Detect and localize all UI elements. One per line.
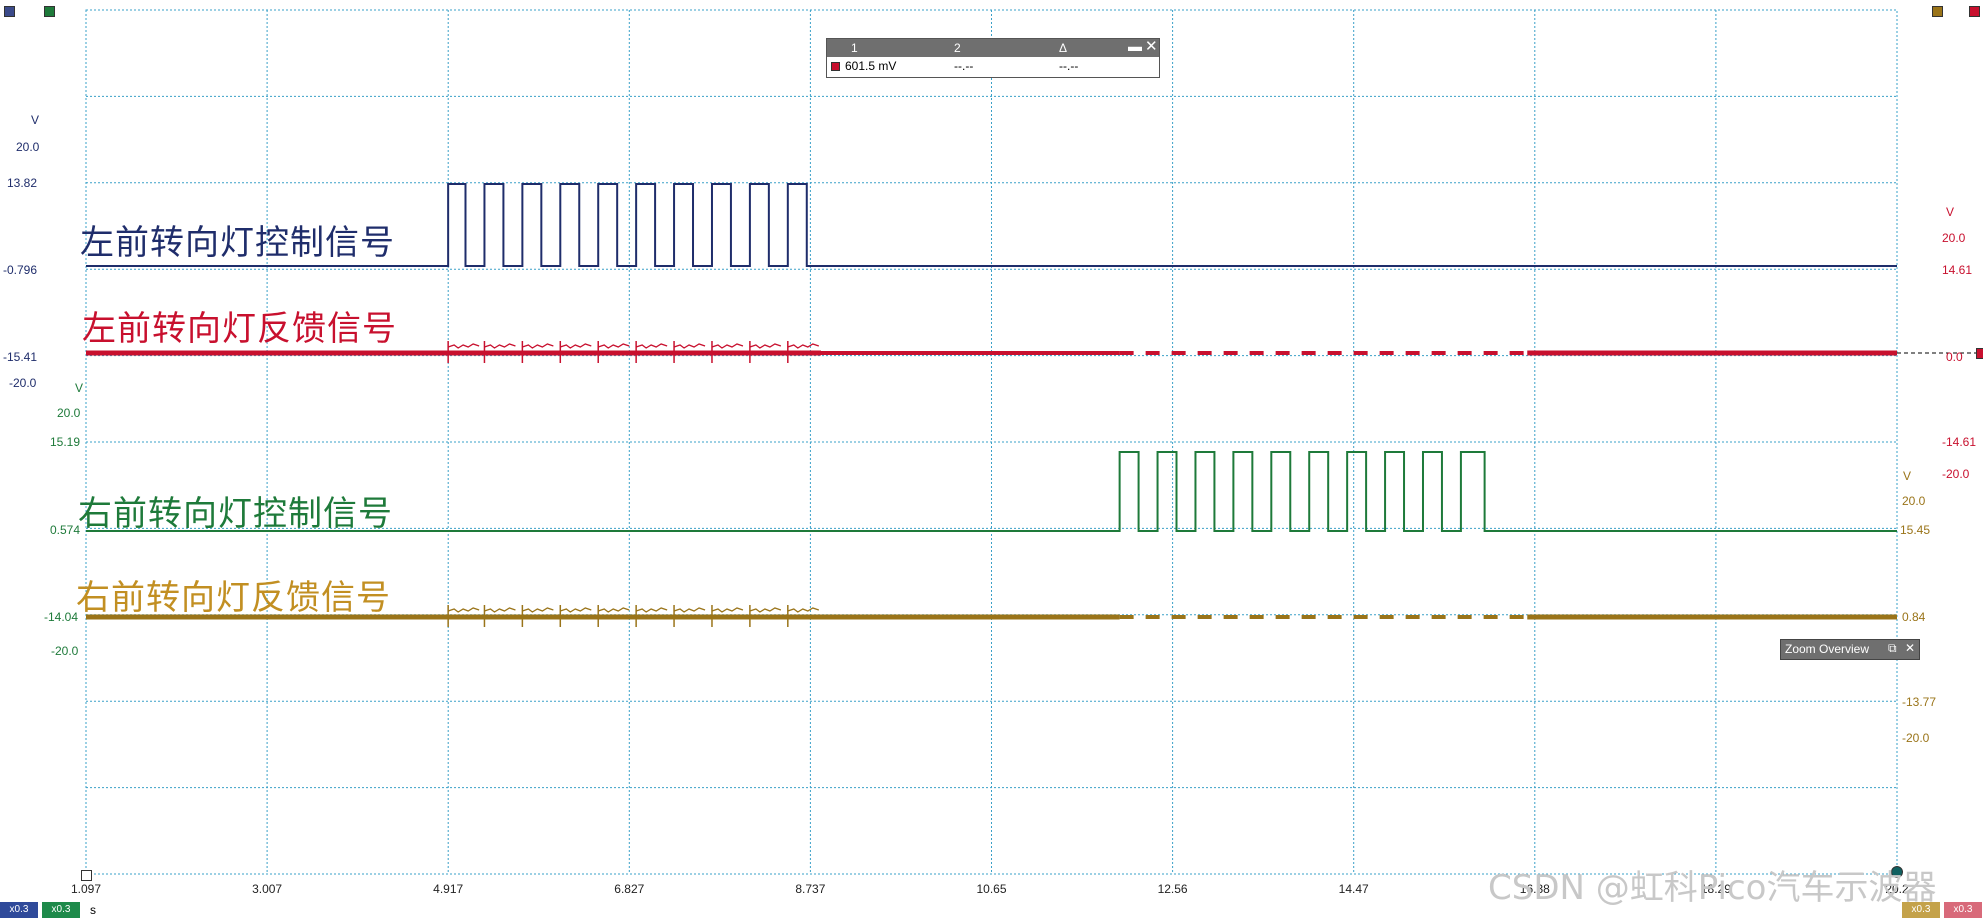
- measurement-col-1: 1: [851, 41, 858, 55]
- axis-label: -14.61: [1942, 435, 1977, 449]
- feedback-ripple: [635, 343, 668, 349]
- measurement-col-delta: Δ: [1059, 41, 1068, 55]
- feedback-ripple: [522, 607, 554, 613]
- measurement-value-2: --.--: [954, 59, 974, 73]
- axis-label: -20.0: [51, 644, 79, 658]
- x-tick-label: 10.65: [976, 882, 1007, 896]
- oscilloscope-view: 左前转向灯控制信号 左前转向灯反馈信号 右前转向灯控制信号 右前转向灯反馈信号 …: [0, 0, 1983, 918]
- grid: [85, 9, 1898, 875]
- feedback-ripple: [484, 607, 516, 613]
- feedback-ripple: [598, 607, 630, 613]
- feedback-ripple: [560, 607, 592, 613]
- axis-label: 0.574: [50, 523, 81, 537]
- series-label-right-feedback: 右前转向灯反馈信号: [76, 578, 391, 618]
- axis-label: -0.796: [3, 263, 38, 277]
- axis-label: 13.82: [7, 176, 38, 190]
- measurement-row: 601.5 mV --.-- --.--: [827, 57, 1159, 75]
- feedback-ripple: [711, 343, 744, 349]
- cursor-marker-icon[interactable]: [1932, 6, 1943, 17]
- time-marker-icon[interactable]: [81, 870, 92, 881]
- x-tick-label: 4.917: [433, 882, 464, 896]
- feedback-ripple: [522, 343, 554, 349]
- cursor-marker-icon[interactable]: [1969, 6, 1980, 17]
- close-icon[interactable]: ✕: [1145, 37, 1158, 55]
- zoom-overview-panel[interactable]: Zoom Overview ⧉ ✕: [1780, 639, 1920, 660]
- series-label-right-control: 右前转向灯控制信号: [78, 494, 393, 534]
- feedback-ripple: [447, 343, 480, 349]
- x-tick-label: 14.47: [1338, 882, 1369, 896]
- series-label-left-feedback: 左前转向灯反馈信号: [82, 309, 397, 349]
- axis-label: V: [1903, 469, 1912, 483]
- measurement-header: 1 2 Δ ▬ ✕: [827, 37, 1159, 57]
- axis-label: -14.04: [44, 610, 79, 624]
- measurement-panel[interactable]: 1 2 Δ ▬ ✕ 601.5 mV --.-- --.--: [826, 38, 1160, 78]
- feedback-ripple: [560, 343, 592, 349]
- axis-label: 20.0: [16, 140, 40, 154]
- measurement-value-1: 601.5 mV: [845, 59, 897, 73]
- x-tick-label: 3.007: [252, 882, 283, 896]
- feedback-ripple: [787, 343, 820, 349]
- scale-badge-green[interactable]: x0.3: [42, 902, 80, 918]
- axis-label: V: [1946, 205, 1955, 219]
- axis-label: -20.0: [1902, 731, 1930, 745]
- axis-label: V: [75, 381, 84, 395]
- x-tick-label: 12.56: [1157, 882, 1188, 896]
- feedback-ripple: [673, 607, 706, 613]
- axis-label: 15.45: [1900, 523, 1931, 537]
- axis-label: -15.41: [3, 350, 38, 364]
- watermark: CSDN @虹科Pico汽车示波器: [1488, 868, 1937, 908]
- axis-label: 14.61: [1942, 263, 1973, 277]
- time-unit-label: s: [90, 903, 96, 917]
- axis-label: -20.0: [9, 376, 37, 390]
- feedback-ripple: [787, 607, 820, 613]
- axis-label: 0.84: [1902, 610, 1926, 624]
- channel-color-swatch: [831, 62, 840, 71]
- restore-icon[interactable]: ⧉: [1888, 641, 1897, 656]
- zoom-overview-title: Zoom Overview: [1785, 642, 1870, 656]
- x-tick-label: 8.737: [795, 882, 826, 896]
- feedback-ripple: [749, 343, 782, 349]
- axis-label: V: [31, 113, 40, 127]
- feedback-ripple: [598, 343, 630, 349]
- axis-label: 20.0: [1902, 494, 1926, 508]
- axis-label: -20.0: [1942, 467, 1970, 481]
- series-label-left-control: 左前转向灯控制信号: [80, 223, 395, 263]
- trigger-marker-icon[interactable]: [1976, 348, 1983, 359]
- cursor-marker-icon[interactable]: [44, 6, 55, 17]
- scale-badge-red[interactable]: x0.3: [1944, 902, 1982, 918]
- scale-badge-blue[interactable]: x0.3: [0, 902, 38, 918]
- axis-label: -13.77: [1902, 695, 1937, 709]
- x-tick-label: 1.097: [70, 882, 102, 896]
- close-icon[interactable]: ✕: [1905, 641, 1915, 655]
- feedback-ripple: [447, 607, 480, 613]
- axis-label: 15.19: [50, 435, 81, 449]
- feedback-ripple: [484, 343, 516, 349]
- axis-label: 0.0: [1946, 350, 1963, 364]
- feedback-ripple: [673, 343, 706, 349]
- cursor-marker-icon[interactable]: [4, 6, 15, 17]
- feedback-ripple: [749, 607, 782, 613]
- feedback-ripple: [635, 607, 668, 613]
- measurement-col-2: 2: [954, 41, 961, 55]
- axis-label: 20.0: [1942, 231, 1966, 245]
- minimize-icon[interactable]: ▬: [1128, 38, 1142, 54]
- x-tick-label: 6.827: [614, 882, 645, 896]
- axis-label: 20.0: [57, 406, 81, 420]
- measurement-value-delta: --.--: [1059, 59, 1079, 73]
- waveform-plot[interactable]: [0, 0, 1983, 918]
- feedback-ripple: [711, 607, 744, 613]
